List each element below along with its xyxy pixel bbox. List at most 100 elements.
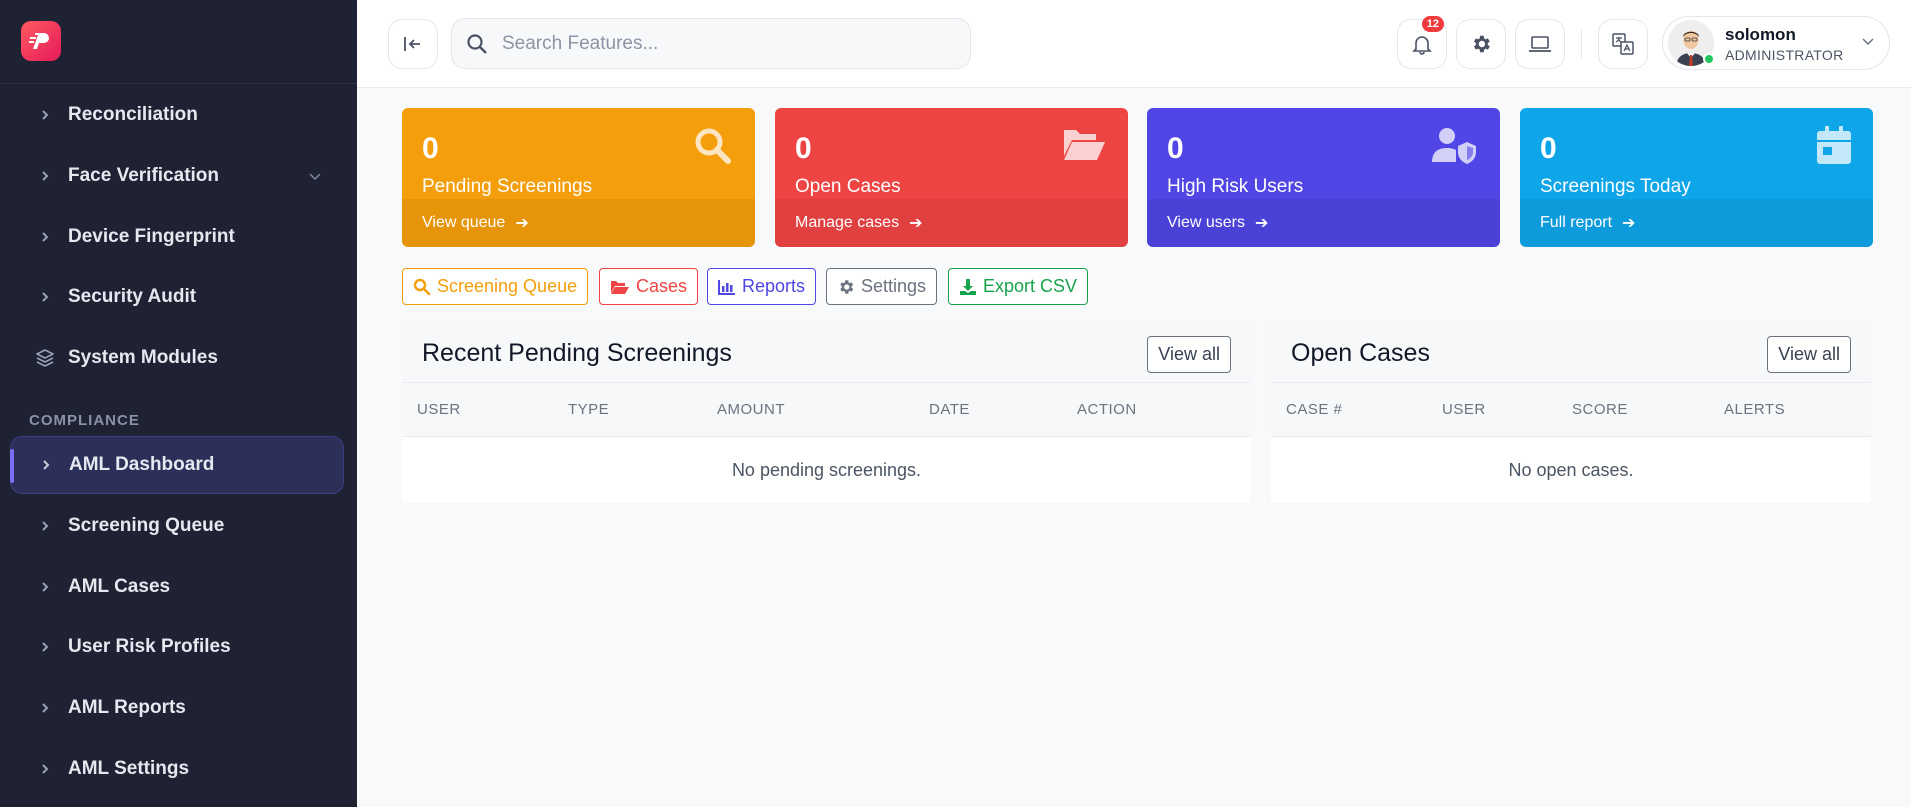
- column-header-case-number: CASE #: [1286, 401, 1343, 418]
- stat-card-link[interactable]: Full report ➔: [1520, 199, 1873, 247]
- bell-icon: [1412, 36, 1432, 55]
- stat-card-pending-screenings: 0 Pending Screenings View queue ➔: [402, 108, 755, 247]
- button-label: Settings: [861, 276, 927, 296]
- sidebar-item-device-fingerprint[interactable]: Device Fingerprint: [10, 208, 344, 266]
- stat-card-link[interactable]: View users ➔: [1147, 199, 1500, 247]
- screening-queue-button[interactable]: Screening Queue: [402, 268, 589, 305]
- user-menu[interactable]: solomon ADMINISTRATOR: [1662, 16, 1890, 70]
- view-all-button[interactable]: View all: [1767, 336, 1851, 373]
- chevron-right-icon: [10, 582, 68, 592]
- chevron-down-icon[interactable]: [308, 167, 322, 189]
- chevron-right-icon: [10, 171, 68, 181]
- folder-open-icon: [1062, 126, 1106, 167]
- sidebar-item-security-audit[interactable]: Security Audit: [10, 268, 344, 326]
- button-label: Export CSV: [983, 276, 1078, 296]
- stat-value: 0: [1167, 132, 1184, 165]
- user-shield-icon: [1432, 126, 1478, 169]
- sidebar-item-label: Screening Queue: [68, 515, 225, 536]
- column-header-amount: AMOUNT: [717, 401, 785, 418]
- sidebar-item-aml-reports[interactable]: AML Reports: [10, 679, 344, 737]
- sidebar-item-user-risk-profiles[interactable]: User Risk Profiles: [10, 618, 344, 676]
- logo-bar: [0, 0, 357, 84]
- sidebar-item-system-modules[interactable]: System Modules: [10, 329, 344, 387]
- cases-button[interactable]: Cases: [599, 268, 699, 305]
- stat-title: Screenings Today: [1540, 176, 1691, 197]
- sidebar: Reconciliation Face Verification Device …: [0, 0, 357, 807]
- settings-button[interactable]: [1456, 19, 1506, 69]
- empty-state-message: No pending screenings.: [731, 459, 922, 480]
- empty-state-message: No open cases.: [1508, 459, 1634, 480]
- gear-icon: [840, 279, 854, 294]
- user-name: solomon: [1725, 25, 1796, 44]
- stat-title: High Risk Users: [1167, 176, 1304, 197]
- search-input[interactable]: [502, 32, 942, 55]
- layers-icon: [10, 347, 68, 369]
- notifications-button[interactable]: 12: [1397, 16, 1447, 69]
- stat-value: 0: [1540, 132, 1557, 165]
- app-logo[interactable]: [21, 21, 61, 61]
- view-all-button[interactable]: View all: [1147, 336, 1231, 373]
- sidebar-item-label: AML Settings: [68, 758, 190, 779]
- button-label: Cases: [636, 276, 688, 296]
- stat-title: Open Cases: [795, 176, 901, 197]
- user-role: ADMINISTRATOR: [1725, 47, 1844, 63]
- search-icon: [467, 33, 487, 54]
- chevron-right-icon: [10, 292, 68, 302]
- arrow-right-icon: ➔: [515, 215, 529, 232]
- translate-icon: [1612, 33, 1634, 55]
- stat-card-link[interactable]: View queue ➔: [402, 199, 755, 247]
- column-header-action: ACTION: [1077, 401, 1137, 418]
- chevron-right-icon: [10, 110, 68, 120]
- topbar-divider: [1581, 30, 1582, 58]
- sidebar-item-label: Face Verification: [68, 165, 220, 186]
- display-mode-button[interactable]: [1515, 19, 1565, 69]
- chevron-right-icon: [11, 460, 69, 470]
- stat-link-label: Full report: [1540, 214, 1613, 231]
- button-label: Screening Queue: [437, 276, 578, 296]
- sidebar-item-reconciliation[interactable]: Reconciliation: [10, 86, 344, 144]
- stat-value: 0: [795, 132, 812, 165]
- arrow-right-icon: ➔: [1254, 215, 1269, 232]
- table-header: USER TYPE AMOUNT DATE ACTION: [402, 383, 1251, 437]
- settings-link-button[interactable]: Settings: [826, 268, 938, 305]
- chevron-right-icon: [10, 521, 68, 531]
- chevron-right-icon: [10, 703, 68, 713]
- panel-header: Recent Pending Screenings View all: [402, 322, 1251, 383]
- sidebar-item-aml-settings[interactable]: AML Settings: [10, 740, 344, 798]
- sidebar-item-face-verification[interactable]: Face Verification: [10, 147, 344, 205]
- stat-card-high-risk-users: 0 High Risk Users View users ➔: [1147, 108, 1500, 247]
- topbar: 12 solomon ADMINISTRATOR: [357, 0, 1911, 88]
- sidebar-item-screening-queue[interactable]: Screening Queue: [10, 497, 344, 555]
- search-box: [451, 18, 971, 69]
- logo-icon: [29, 33, 49, 49]
- stat-card-open-cases: 0 Open Cases Manage cases ➔: [775, 108, 1128, 247]
- chevron-right-icon: [10, 232, 68, 242]
- gear-icon: [1474, 35, 1490, 53]
- pending-screenings-panel: Recent Pending Screenings View all USER …: [402, 322, 1251, 503]
- panel-title: Recent Pending Screenings: [422, 339, 732, 367]
- stat-card-link[interactable]: Manage cases ➔: [775, 199, 1128, 247]
- sidebar-item-label: Reconciliation: [68, 104, 198, 125]
- notification-count-badge: 12: [1421, 16, 1444, 32]
- reports-button[interactable]: Reports: [707, 268, 817, 305]
- column-header-type: TYPE: [568, 401, 610, 418]
- calendar-icon: [1817, 126, 1851, 169]
- download-icon: [960, 278, 976, 295]
- column-header-user: USER: [417, 401, 461, 418]
- search-icon: [693, 126, 733, 171]
- sidebar-item-aml-dashboard[interactable]: AML Dashboard: [10, 436, 344, 494]
- arrow-right-icon: ➔: [1622, 215, 1636, 232]
- export-csv-button[interactable]: Export CSV: [948, 268, 1089, 305]
- language-button[interactable]: [1598, 19, 1648, 69]
- stat-link-label: View users: [1167, 214, 1245, 231]
- collapse-sidebar-button[interactable]: [388, 19, 438, 69]
- button-label: Reports: [742, 276, 806, 296]
- stat-card-screenings-today: 0 Screenings Today Full report ➔: [1520, 108, 1873, 247]
- chevron-right-icon: [10, 642, 68, 652]
- sidebar-item-aml-cases[interactable]: AML Cases: [10, 558, 344, 616]
- table-header: CASE # USER SCORE ALERTS: [1271, 383, 1871, 437]
- stat-link-label: View queue: [422, 214, 506, 231]
- panel-header: Open Cases View all: [1271, 322, 1871, 383]
- chart-bar-icon: [718, 279, 735, 295]
- folder-open-icon: [611, 280, 629, 294]
